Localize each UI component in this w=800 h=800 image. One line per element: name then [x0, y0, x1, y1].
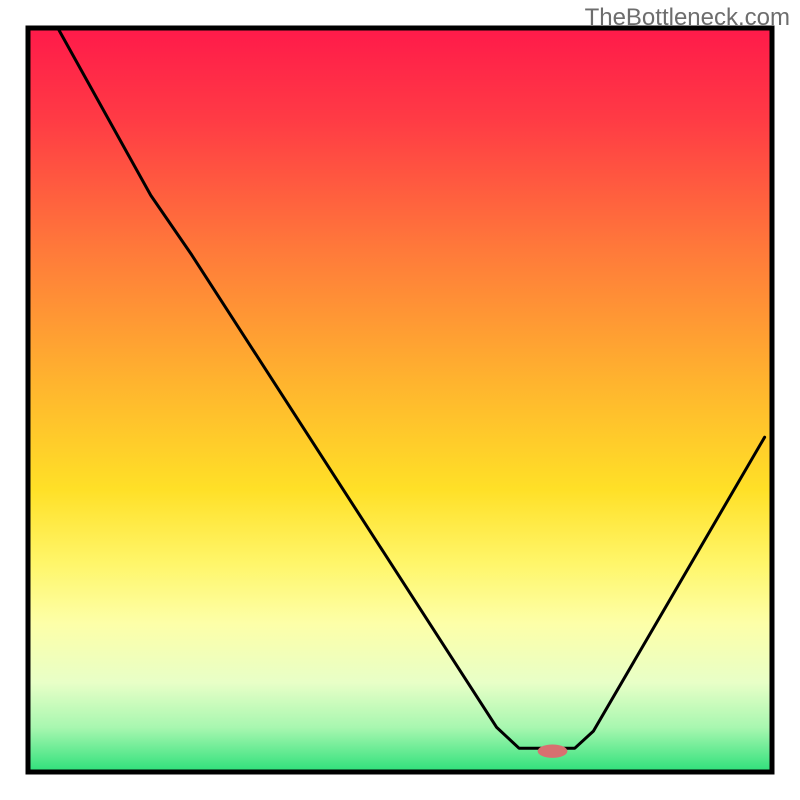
optimal-marker — [538, 744, 568, 757]
chart-svg — [0, 0, 800, 800]
bottleneck-chart: TheBottleneck.com — [0, 0, 800, 800]
watermark-text: TheBottleneck.com — [585, 4, 790, 32]
plot-background — [28, 28, 772, 772]
